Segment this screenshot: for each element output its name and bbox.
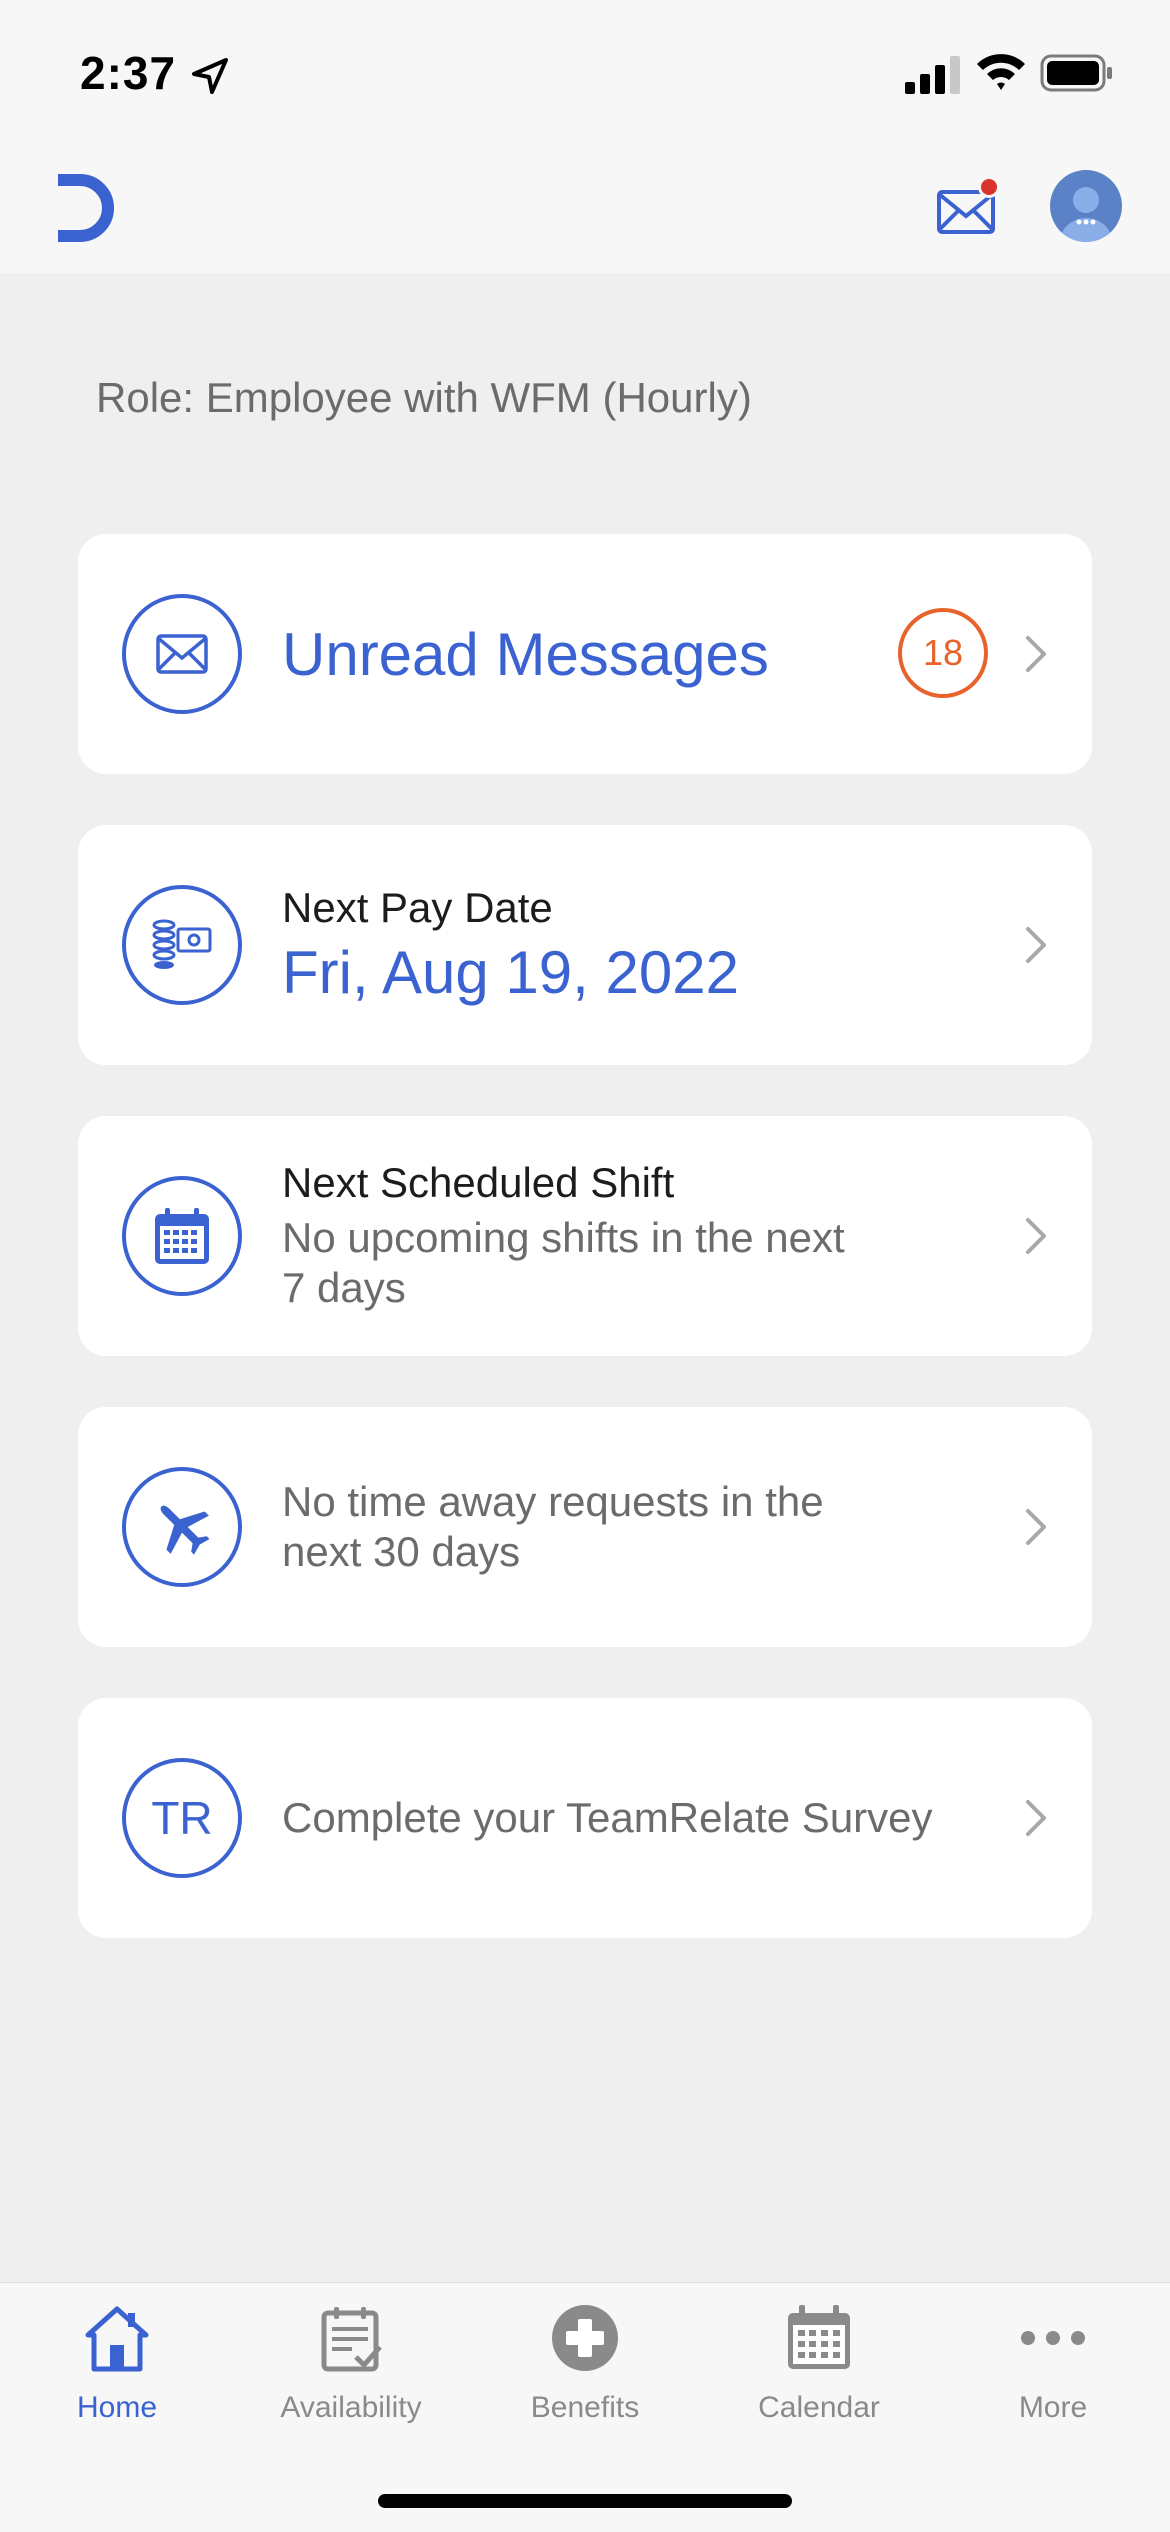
teamrelate-badge: TR <box>122 1758 242 1878</box>
wifi-icon <box>977 54 1025 90</box>
tab-benefits-label: Benefits <box>530 2391 640 2424</box>
calendar-icon <box>122 1176 242 1296</box>
chevron-right-icon <box>1026 1218 1046 1254</box>
tab-home-label: Home <box>76 2391 158 2424</box>
role-label: Role: Employee with WFM (Hourly) <box>96 374 752 421</box>
next-pay-date-label: Next Pay Date <box>282 883 553 931</box>
status-time: 2:37 <box>80 47 177 99</box>
battery-icon <box>1040 54 1112 92</box>
avatar[interactable] <box>1050 170 1122 242</box>
next-pay-date-value: Fri, Aug 19, 2022 <box>282 938 739 1006</box>
envelope-icon <box>122 594 242 714</box>
tab-more[interactable]: More <box>936 2283 1170 2443</box>
next-pay-date-text: Next Pay Date Fri, Aug 19, 2022 <box>282 825 739 1065</box>
survey-text-wrap: Complete your TeamRelate Survey <box>282 1698 933 1938</box>
location-arrow-icon <box>192 58 228 94</box>
calendar-icon <box>788 2305 850 2369</box>
notification-dot <box>978 176 1000 198</box>
benefits-icon <box>552 2305 618 2371</box>
home-screen: 2:37 Role: Employee with WFM (Hourly) Un… <box>0 0 1170 2532</box>
time-away-card[interactable]: No time away requests in the next 30 day… <box>78 1407 1092 1647</box>
tab-calendar-label: Calendar <box>758 2391 880 2424</box>
tab-availability-label: Availability <box>280 2391 422 2424</box>
unread-messages-text: Unread Messages <box>282 534 769 774</box>
tab-benefits[interactable]: Benefits <box>468 2283 702 2443</box>
status-bar: 2:37 <box>0 0 1170 150</box>
chevron-right-icon <box>1026 636 1046 672</box>
brand-logo-icon[interactable] <box>50 170 120 246</box>
chevron-right-icon <box>1026 927 1046 963</box>
next-shift-card[interactable]: Next Scheduled Shift No upcoming shifts … <box>78 1116 1092 1356</box>
next-shift-value-line2: 7 days <box>282 1264 406 1311</box>
time-away-line2: next 30 days <box>282 1528 521 1575</box>
app-header <box>0 150 1170 273</box>
next-pay-date-card[interactable]: Next Pay Date Fri, Aug 19, 2022 <box>78 825 1092 1065</box>
teamrelate-badge-text: TR <box>151 1792 213 1844</box>
home-indicator[interactable] <box>378 2494 792 2508</box>
tab-home[interactable]: Home <box>0 2283 234 2443</box>
unread-messages-title: Unread Messages <box>282 620 769 688</box>
time-away-text: No time away requests in the next 30 day… <box>282 1407 824 1647</box>
time-away-line1: No time away requests in the <box>282 1478 824 1525</box>
tab-calendar[interactable]: Calendar <box>702 2283 936 2443</box>
cellular-signal-icon <box>905 56 960 94</box>
unread-messages-card[interactable]: Unread Messages 18 <box>78 534 1092 774</box>
chevron-right-icon <box>1026 1509 1046 1545</box>
tab-availability[interactable]: Availability <box>234 2283 468 2443</box>
survey-text: Complete your TeamRelate Survey <box>282 1794 933 1841</box>
airplane-icon <box>122 1467 242 1587</box>
more-icon <box>1021 2331 1085 2345</box>
avatar-icon <box>1060 187 1112 242</box>
chevron-right-icon <box>1026 1800 1046 1836</box>
availability-icon <box>321 2307 382 2372</box>
next-shift-label: Next Scheduled Shift <box>282 1159 675 1206</box>
home-icon <box>85 2306 149 2372</box>
next-shift-value-line1: No upcoming shifts in the next <box>282 1214 845 1261</box>
tab-more-label: More <box>1018 2391 1088 2424</box>
survey-card[interactable]: TR Complete your TeamRelate Survey <box>78 1698 1092 1938</box>
money-icon <box>122 885 242 1005</box>
unread-count-badge: 18 <box>898 608 988 698</box>
next-shift-text: Next Scheduled Shift No upcoming shifts … <box>282 1116 845 1356</box>
